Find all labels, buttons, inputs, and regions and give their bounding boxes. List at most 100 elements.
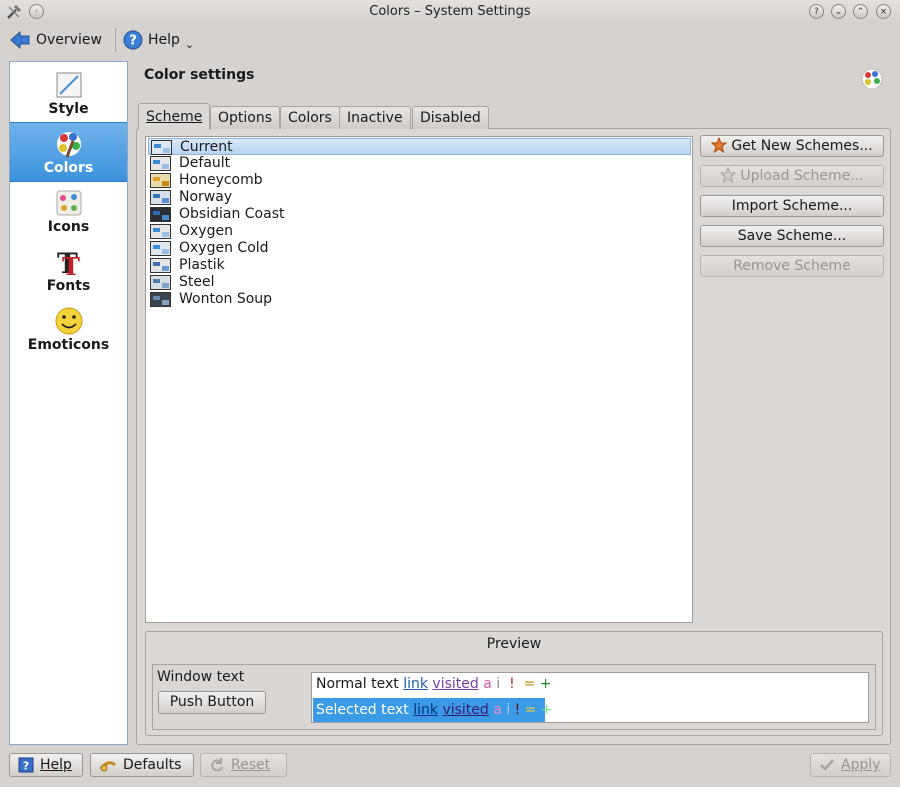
inactive-char: i <box>496 676 501 692</box>
colors-icon <box>57 132 81 158</box>
toolbar: Overview ? Help ⌄ <box>0 25 900 55</box>
push-button[interactable]: Push Button <box>158 691 266 714</box>
maximize-icon[interactable]: ⌃ <box>853 4 868 19</box>
page-title: Color settings <box>144 67 255 83</box>
sidebar-item-colors[interactable]: Colors <box>10 122 127 182</box>
import-scheme-button[interactable]: Import Scheme... <box>700 195 884 217</box>
checkmark-icon <box>820 759 834 771</box>
import-scheme-label: Import Scheme... <box>731 198 853 214</box>
preview-normal-line: Normal text link visited a i ! = + <box>316 676 552 692</box>
upload-scheme-button[interactable]: Upload Scheme... <box>700 165 884 187</box>
scheme-swatch-icon <box>151 140 172 155</box>
scheme-name: Oxygen Cold <box>179 240 269 256</box>
remove-scheme-label: Remove Scheme <box>733 258 851 274</box>
scheme-list-item[interactable]: Oxygen Cold <box>148 240 691 257</box>
tab-label: Scheme <box>146 109 203 125</box>
scheme-list-item[interactable]: Norway <box>148 189 691 206</box>
scheme-list-item[interactable]: Honeycomb <box>148 172 691 189</box>
tab-options[interactable]: Options <box>210 106 281 129</box>
tab-scheme[interactable]: Scheme <box>138 103 211 130</box>
help-menu-button[interactable]: ? Help ⌄ <box>123 28 194 52</box>
scheme-list-item[interactable]: Plastik <box>148 257 691 274</box>
svg-text:T: T <box>62 252 80 277</box>
negative-char: ! <box>509 676 515 692</box>
visited-text: visited <box>442 702 489 718</box>
reset-button-label: Reset <box>231 757 271 773</box>
save-scheme-label: Save Scheme... <box>737 228 847 244</box>
defaults-button[interactable]: Defaults <box>90 753 194 777</box>
help-label: Help <box>148 32 180 48</box>
sidebar-item-label: Style <box>48 101 89 117</box>
style-icon <box>56 72 82 98</box>
scheme-swatch-icon <box>150 292 171 307</box>
sidebar-item-fonts[interactable]: TT Fonts <box>10 241 127 299</box>
neutral-char: = <box>524 702 537 718</box>
tab-disabled[interactable]: Disabled <box>412 106 489 129</box>
save-scheme-button[interactable]: Save Scheme... <box>700 225 884 247</box>
scheme-list-item[interactable]: Wonton Soup <box>148 291 691 308</box>
window-title: Colors – System Settings <box>369 4 531 19</box>
sidebar-item-label: Emoticons <box>27 337 110 353</box>
emoticons-icon <box>55 307 83 335</box>
scheme-list-item[interactable]: Obsidian Coast <box>148 206 691 223</box>
scheme-name: Plastik <box>179 257 225 273</box>
minimize-icon[interactable]: ⌄ <box>831 4 846 19</box>
help-icon: ? <box>123 30 143 50</box>
scheme-swatch-icon <box>150 156 171 171</box>
close-icon[interactable]: × <box>876 4 891 19</box>
scheme-list-item[interactable]: Current <box>148 138 691 155</box>
reset-icon <box>211 758 223 772</box>
tab-inactive[interactable]: Inactive <box>339 106 411 129</box>
help-button[interactable]: ? Help <box>9 753 83 777</box>
sidebar-item-style[interactable]: Style <box>10 64 127 122</box>
push-button-label: Push Button <box>169 694 255 710</box>
help-button-label: Help <box>40 757 72 773</box>
scheme-name: Default <box>179 155 231 171</box>
sidebar-item-emoticons[interactable]: Emoticons <box>10 300 127 358</box>
chevron-down-icon: ⌄ <box>184 37 195 51</box>
tab-label: Options <box>218 110 273 126</box>
star-icon <box>720 166 737 184</box>
scheme-list-item[interactable]: Oxygen <box>148 223 691 240</box>
get-new-schemes-label: Get New Schemes... <box>731 138 873 154</box>
link-text: link <box>403 676 428 692</box>
scheme-swatch-icon <box>150 207 171 222</box>
scheme-name: Wonton Soup <box>179 291 273 307</box>
scheme-name: Obsidian Coast <box>179 206 285 222</box>
active-char: a <box>493 702 502 718</box>
scheme-name: Oxygen <box>179 223 233 239</box>
sidebar-item-label: Colors <box>43 160 94 176</box>
scheme-swatch-icon <box>150 275 171 290</box>
preview-window-text: Window text <box>157 669 245 685</box>
scheme-swatch-icon <box>150 241 171 256</box>
scheme-name: Steel <box>179 274 215 290</box>
overview-button[interactable]: Overview <box>9 28 102 52</box>
scheme-swatch-icon <box>150 190 171 205</box>
tab-label: Inactive <box>347 110 403 126</box>
apply-button[interactable]: Apply <box>810 753 891 777</box>
tab-colors[interactable]: Colors <box>280 106 340 129</box>
link-text: link <box>413 702 438 718</box>
inactive-char: i <box>506 702 511 718</box>
tab-label: Colors <box>288 110 332 126</box>
title-bar[interactable]: · Colors – System Settings ? ⌄ ⌃ × <box>0 0 900 24</box>
scheme-list[interactable]: Current Default Honeycomb Norway Obsidian Co… <box>145 136 693 623</box>
sidebar-item-icons[interactable]: Icons <box>10 182 127 240</box>
scheme-list-item[interactable]: Default <box>148 155 691 172</box>
help-question-icon[interactable]: ? <box>809 4 824 19</box>
apply-button-label: Apply <box>841 757 881 773</box>
positive-char: + <box>540 702 553 718</box>
preview-selected-line: Selected text link visited a i ! = + <box>316 702 553 718</box>
positive-char: + <box>539 676 552 692</box>
reset-button[interactable]: Reset <box>200 753 287 777</box>
scheme-swatch-icon <box>150 224 171 239</box>
get-new-schemes-button[interactable]: Get New Schemes... <box>700 135 884 157</box>
defaults-button-label: Defaults <box>123 757 182 773</box>
selected-text: Selected text <box>316 702 409 718</box>
remove-scheme-button[interactable]: Remove Scheme <box>700 255 884 277</box>
neutral-char: = <box>523 676 536 692</box>
fonts-icon: TT <box>57 247 80 277</box>
icons-icon <box>56 190 82 216</box>
defaults-icon <box>99 761 116 772</box>
scheme-list-item[interactable]: Steel <box>148 274 691 291</box>
